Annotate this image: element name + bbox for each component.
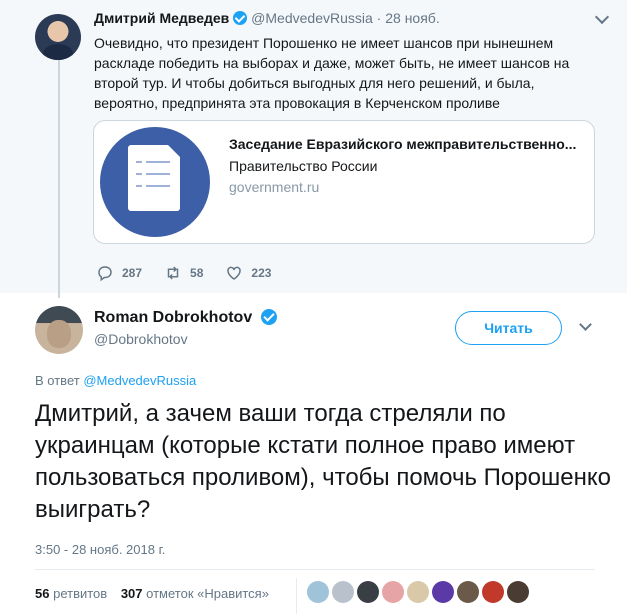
liker-avatar-6[interactable]	[432, 581, 454, 603]
reply-to-link[interactable]: @MedvedevRussia	[83, 373, 196, 388]
liker-avatar-8[interactable]	[482, 581, 504, 603]
card-title: Заседание Евразийского межправительствен…	[229, 136, 577, 152]
reply-context: В ответ @MedvedevRussia	[35, 373, 196, 388]
reply-icon	[98, 266, 112, 282]
liker-avatar-4[interactable]	[382, 581, 404, 603]
link-card[interactable]: Заседание Евразийского межправительствен…	[93, 120, 595, 244]
liker-avatar-5[interactable]	[407, 581, 429, 603]
liker-avatar-1[interactable]	[307, 581, 329, 603]
author-handle[interactable]: @Dobrokhotov	[94, 331, 188, 347]
reply-button[interactable]: 287	[96, 264, 142, 282]
parent-tweet-header: Дмитрий Медведев @MedvedevRussia · 28 но…	[94, 10, 440, 26]
likers-avatars	[307, 581, 529, 603]
liker-avatar-9[interactable]	[507, 581, 529, 603]
retweet-icon	[167, 266, 179, 280]
tweet-text: Дмитрий, а зачем ваши тогда стреляли по …	[35, 400, 611, 523]
avatar[interactable]	[35, 14, 81, 60]
divider	[35, 569, 595, 570]
tweet-text: Очевидно, что президент Порошенко не име…	[94, 35, 570, 111]
tweet-stats: 56 ретвитов 307 отметок «Нравится»	[35, 586, 269, 601]
divider	[296, 578, 297, 614]
separator: ·	[376, 10, 382, 26]
parent-tweet[interactable]: Дмитрий Медведев @MedvedevRussia · 28 но…	[0, 0, 627, 298]
avatar[interactable]	[35, 306, 83, 354]
card-description: Правительство России	[229, 158, 378, 174]
card-domain: government.ru	[229, 179, 320, 195]
reply-prefix: В ответ	[35, 373, 80, 388]
tweet-actions: 287 58 223	[96, 264, 293, 282]
author-name-row: Roman Dobrokhotov	[94, 309, 277, 327]
heart-icon	[227, 266, 242, 280]
liker-avatar-3[interactable]	[357, 581, 379, 603]
reply-count: 287	[122, 266, 143, 280]
verified-badge-icon	[260, 309, 277, 325]
liker-avatar-7[interactable]	[457, 581, 479, 603]
author-handle[interactable]: @MedvedevRussia	[251, 10, 373, 26]
liker-avatar-2[interactable]	[332, 581, 354, 603]
tweet-timestamp[interactable]: 3:50 - 28 нояб. 2018 г.	[35, 542, 165, 557]
author-name[interactable]: Дмитрий Медведев	[94, 10, 229, 26]
verified-badge-icon	[233, 11, 248, 25]
like-button[interactable]: 223	[225, 264, 271, 282]
tweet-date[interactable]: 28 нояб.	[385, 10, 439, 26]
chevron-down-icon[interactable]	[579, 318, 592, 331]
retweet-count: 58	[190, 266, 204, 280]
chevron-down-icon[interactable]	[594, 9, 610, 25]
retweet-stat[interactable]: 56 ретвитов	[35, 586, 107, 601]
thread-connector	[58, 60, 60, 298]
follow-button[interactable]: Читать	[455, 311, 562, 345]
author-name[interactable]: Roman Dobrokhotov	[94, 309, 252, 326]
document-icon	[100, 127, 210, 237]
like-count: 223	[251, 266, 272, 280]
retweet-button[interactable]: 58	[164, 264, 203, 282]
like-stat[interactable]: 307 отметок «Нравится»	[121, 586, 269, 601]
